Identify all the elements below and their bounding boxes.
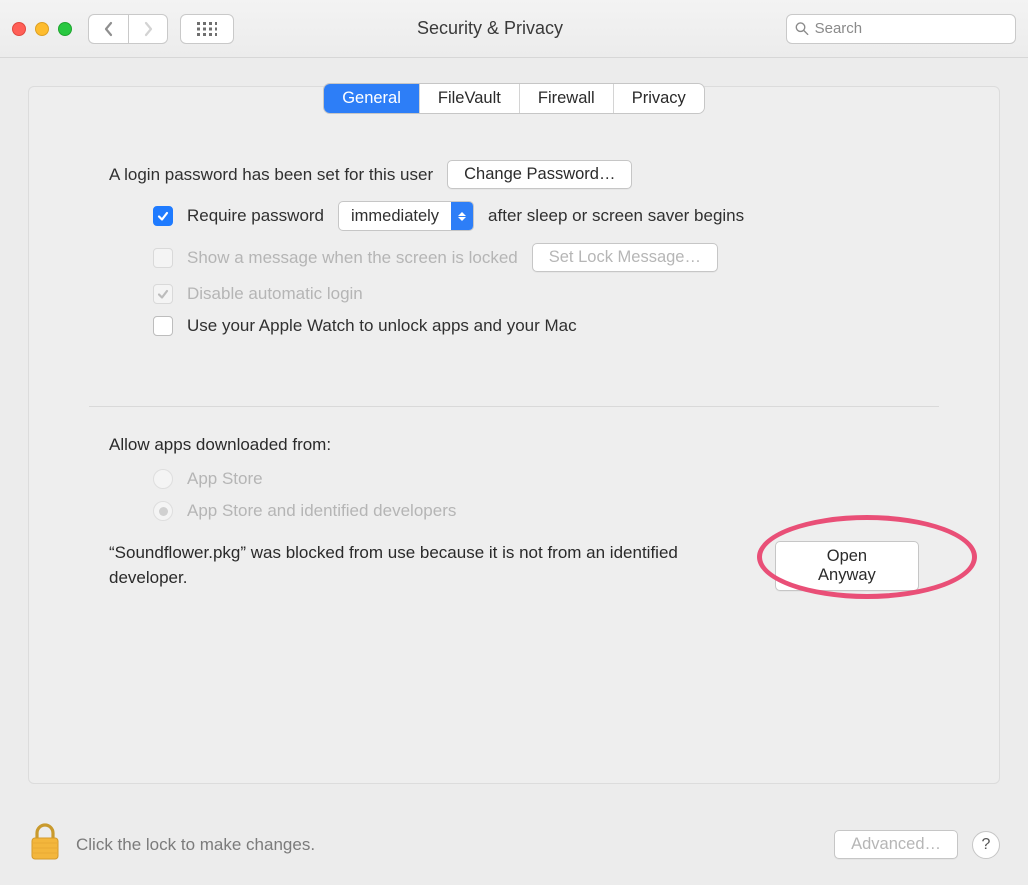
allow-appstore-label: App Store: [187, 469, 263, 489]
window-footer: Click the lock to make changes. Advanced…: [0, 822, 1028, 885]
apple-watch-unlock-checkbox[interactable]: [153, 316, 173, 336]
disable-auto-login-checkbox: [153, 284, 173, 304]
help-button[interactable]: ?: [972, 831, 1000, 859]
back-button[interactable]: [88, 14, 128, 44]
apple-watch-unlock-label: Use your Apple Watch to unlock apps and …: [187, 316, 577, 336]
allow-identified-label: App Store and identified developers: [187, 501, 456, 521]
tab-bar: General FileVault Firewall Privacy: [324, 84, 704, 113]
preferences-panel: General FileVault Firewall Privacy A log…: [28, 86, 1000, 784]
open-anyway-button[interactable]: Open Anyway: [775, 541, 919, 591]
close-window-button[interactable]: [12, 22, 26, 36]
show-lock-message-checkbox: [153, 248, 173, 268]
check-icon: [156, 287, 170, 301]
allow-identified-radio: [153, 501, 173, 521]
nav-back-forward: [88, 14, 168, 44]
change-password-button[interactable]: Change Password…: [447, 160, 632, 189]
blocked-app-message: “Soundflower.pkg” was blocked from use b…: [109, 541, 745, 590]
disable-auto-login-label: Disable automatic login: [187, 284, 363, 304]
advanced-button: Advanced…: [834, 830, 958, 859]
require-password-delay-popup[interactable]: immediately: [338, 201, 474, 231]
tab-firewall[interactable]: Firewall: [520, 84, 614, 113]
search-icon: [795, 21, 809, 36]
forward-button[interactable]: [128, 14, 168, 44]
lock-icon[interactable]: [28, 822, 62, 867]
window-toolbar: Security & Privacy: [0, 0, 1028, 58]
check-icon: [156, 209, 170, 223]
zoom-window-button[interactable]: [58, 22, 72, 36]
allow-appstore-radio: [153, 469, 173, 489]
tab-filevault[interactable]: FileVault: [420, 84, 520, 113]
require-password-checkbox[interactable]: [153, 206, 173, 226]
show-lock-message-label: Show a message when the screen is locked: [187, 248, 518, 268]
search-input[interactable]: [815, 20, 1007, 37]
require-password-after-label: after sleep or screen saver begins: [488, 206, 744, 226]
minimize-window-button[interactable]: [35, 22, 49, 36]
require-password-delay-value: immediately: [339, 207, 451, 226]
search-field[interactable]: [786, 14, 1016, 44]
tab-privacy[interactable]: Privacy: [614, 84, 704, 113]
set-lock-message-button: Set Lock Message…: [532, 243, 718, 272]
window-title: Security & Privacy: [206, 18, 774, 39]
login-password-set-label: A login password has been set for this u…: [109, 165, 433, 185]
tab-general[interactable]: General: [324, 84, 420, 113]
require-password-label: Require password: [187, 206, 324, 226]
allow-apps-heading: Allow apps downloaded from:: [109, 435, 919, 455]
popup-stepper-icon: [451, 202, 473, 230]
window-controls: [12, 22, 72, 36]
lock-hint-text: Click the lock to make changes.: [76, 835, 315, 855]
